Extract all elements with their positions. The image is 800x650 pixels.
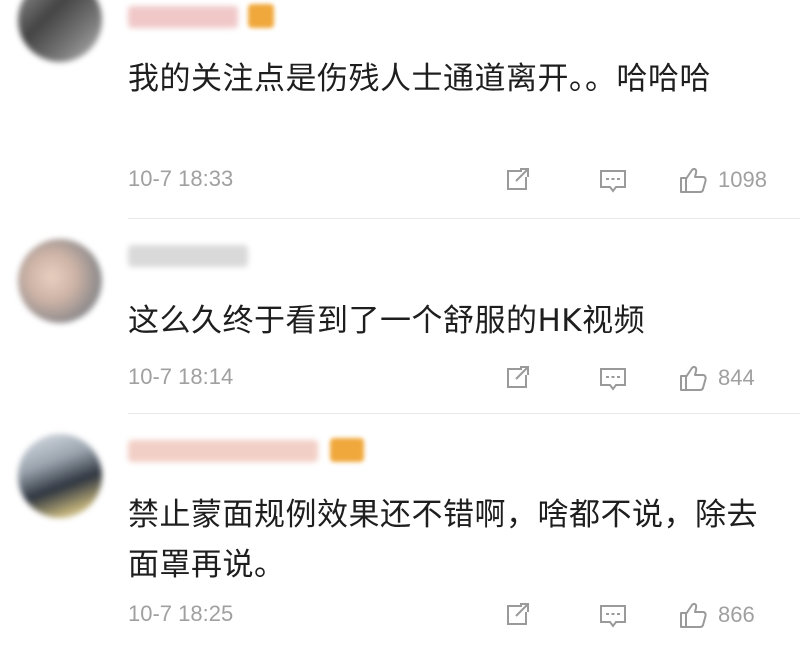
comment-meta: 10-7 18:25 866 [128,595,790,635]
comment-icon [596,163,630,197]
comment-timestamp: 10-7 18:14 [128,364,234,389]
like-count: 866 [718,602,755,627]
username-blurred[interactable] [128,440,318,462]
comment-meta: 10-7 18:33 1098 [128,160,790,200]
comment-item: 我的关注点是伤残人士通道离开。。哈哈哈 10-7 18:33 1098 [0,0,800,218]
like-button[interactable]: 1098 [676,162,767,198]
like-button[interactable]: 844 [676,360,755,396]
comment-timestamp: 10-7 18:25 [128,601,234,626]
comment-item: 禁止蒙面规例效果还不错啊，啥都不说，除去面罩再说。 10-7 18:25 866 [0,414,800,650]
like-count: 844 [718,365,755,390]
avatar[interactable] [18,434,102,518]
share-button[interactable] [500,162,534,198]
thumbs-up-icon [676,361,710,395]
thumbs-up-icon [676,163,710,197]
like-button[interactable]: 866 [676,597,755,633]
share-icon [500,361,534,395]
avatar[interactable] [18,239,102,323]
thumbs-up-icon [676,598,710,632]
comment-item: 这么久终于看到了一个舒服的HK视频 10-7 18:14 844 [0,219,800,413]
comment-text: 这么久终于看到了一个舒服的HK视频 [128,303,646,339]
share-icon [500,163,534,197]
reply-button[interactable] [596,162,630,198]
reply-button[interactable] [596,360,630,396]
share-icon [500,598,534,632]
like-count: 1098 [718,167,767,192]
share-button[interactable] [500,360,534,396]
comment-icon [596,361,630,395]
comment-text: 我的关注点是伤残人士通道离开。。哈哈哈 [128,61,711,97]
avatar[interactable] [18,0,102,62]
comment-timestamp: 10-7 18:33 [128,166,234,191]
username-blurred[interactable] [128,6,238,28]
user-badge-icon [248,4,274,28]
reply-button[interactable] [596,597,630,633]
user-badge-icon [330,438,364,462]
comment-icon [596,598,630,632]
comment-text: 禁止蒙面规例效果还不错啊，啥都不说，除去面罩再说。 [128,497,758,583]
comment-meta: 10-7 18:14 844 [128,358,790,398]
share-button[interactable] [500,597,534,633]
username-blurred[interactable] [128,245,248,267]
